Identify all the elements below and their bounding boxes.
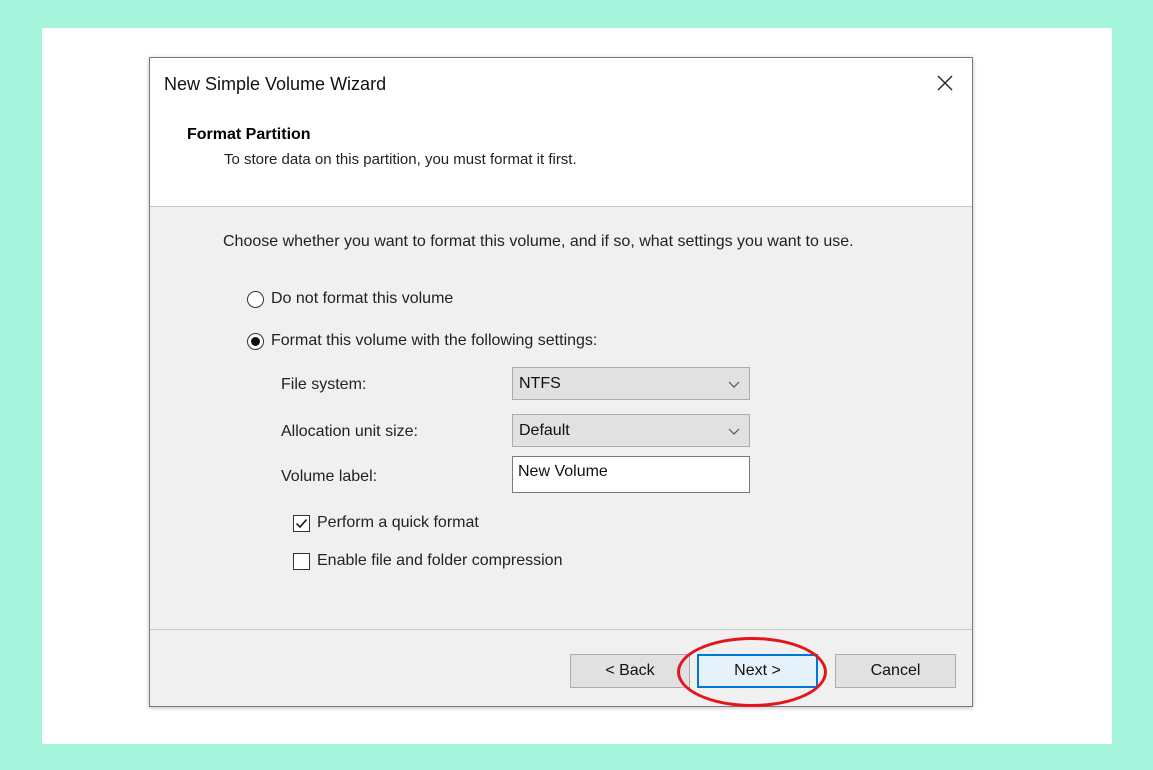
volume-label-label: Volume label: bbox=[281, 468, 378, 485]
footer-divider bbox=[150, 629, 972, 630]
checkbox-quick-format[interactable]: Perform a quick format bbox=[293, 514, 479, 532]
check-icon bbox=[295, 518, 308, 528]
volume-label-input[interactable]: New Volume bbox=[512, 456, 750, 493]
allocation-unit-label: Allocation unit size: bbox=[281, 423, 418, 440]
checkbox-compression[interactable]: Enable file and folder compression bbox=[293, 552, 562, 570]
cancel-button[interactable]: Cancel bbox=[835, 654, 956, 688]
radio-label: Do not format this volume bbox=[271, 290, 454, 307]
back-button[interactable]: < Back bbox=[570, 654, 690, 688]
checkbox-label: Perform a quick format bbox=[317, 514, 479, 531]
window-title: New Simple Volume Wizard bbox=[164, 74, 387, 94]
file-system-select[interactable]: NTFS bbox=[512, 367, 750, 400]
radio-button[interactable] bbox=[247, 290, 264, 308]
radio-label: Format this volume with the following se… bbox=[271, 332, 598, 349]
page-subtitle: To store data on this partition, you mus… bbox=[224, 151, 577, 168]
file-system-label: File system: bbox=[281, 376, 367, 393]
page-title: Format Partition bbox=[187, 126, 311, 143]
radio-button-selected[interactable] bbox=[247, 332, 264, 350]
wizard-header: Format Partition To store data on this p… bbox=[150, 110, 972, 207]
wizard-dialog: New Simple Volume Wizard Format Partitio… bbox=[149, 57, 973, 707]
next-button[interactable]: Next > bbox=[697, 654, 818, 688]
close-icon[interactable] bbox=[928, 66, 962, 100]
radio-format-volume[interactable]: Format this volume with the following se… bbox=[247, 332, 597, 350]
checkbox-label: Enable file and folder compression bbox=[317, 552, 563, 569]
checkbox-unchecked[interactable] bbox=[293, 552, 310, 570]
file-system-value: NTFS bbox=[519, 374, 561, 392]
chevron-down-icon bbox=[728, 381, 740, 388]
checkbox-checked[interactable] bbox=[293, 514, 310, 532]
chevron-down-icon bbox=[728, 428, 740, 435]
allocation-unit-value: Default bbox=[519, 421, 570, 439]
title-bar: New Simple Volume Wizard bbox=[150, 58, 972, 110]
radio-do-not-format[interactable]: Do not format this volume bbox=[247, 290, 453, 308]
instruction-text: Choose whether you want to format this v… bbox=[223, 233, 854, 250]
allocation-unit-select[interactable]: Default bbox=[512, 414, 750, 447]
